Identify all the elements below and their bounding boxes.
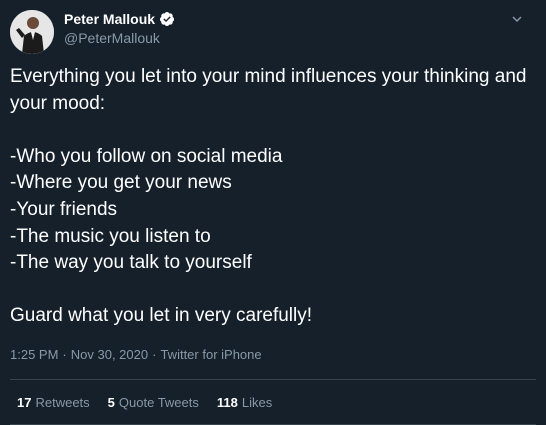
tweet-text: Everything you let into your mind influe… bbox=[10, 66, 527, 327]
tweet-date[interactable]: Nov 30, 2020 bbox=[71, 347, 148, 362]
quote-tweets-label: Quote Tweets bbox=[118, 395, 199, 410]
likes-count: 118 bbox=[216, 395, 238, 410]
tweet-stats: 17 Retweets 5 Quote Tweets 118 Likes bbox=[17, 395, 272, 410]
chevron-down-icon[interactable] bbox=[510, 12, 524, 26]
author-display-name[interactable]: Peter Mallouk bbox=[64, 11, 155, 27]
likes-stat[interactable]: 118 Likes bbox=[217, 395, 272, 410]
tweet-meta: 1:25 PM · Nov 30, 2020 · Twitter for iPh… bbox=[10, 347, 262, 362]
retweets-count: 17 bbox=[17, 395, 32, 410]
meta-separator: · bbox=[152, 347, 157, 362]
quote-tweets-stat[interactable]: 5 Quote Tweets bbox=[108, 395, 199, 410]
author-handle[interactable]: @PeterMallouk bbox=[64, 30, 160, 46]
meta-separator: · bbox=[62, 347, 67, 362]
tweet-card: Peter Mallouk @PeterMallouk Everything y… bbox=[0, 0, 546, 425]
divider bbox=[10, 379, 536, 380]
retweets-stat[interactable]: 17 Retweets bbox=[17, 395, 90, 410]
tweet-time[interactable]: 1:25 PM bbox=[10, 347, 58, 362]
author-name-row[interactable]: Peter Mallouk bbox=[64, 11, 175, 27]
tweet-source[interactable]: Twitter for iPhone bbox=[160, 347, 261, 362]
avatar[interactable] bbox=[10, 10, 54, 54]
retweets-label: Retweets bbox=[35, 395, 90, 410]
likes-label: Likes bbox=[241, 395, 273, 410]
quote-tweets-count: 5 bbox=[107, 395, 115, 410]
verified-badge-icon bbox=[159, 11, 175, 27]
